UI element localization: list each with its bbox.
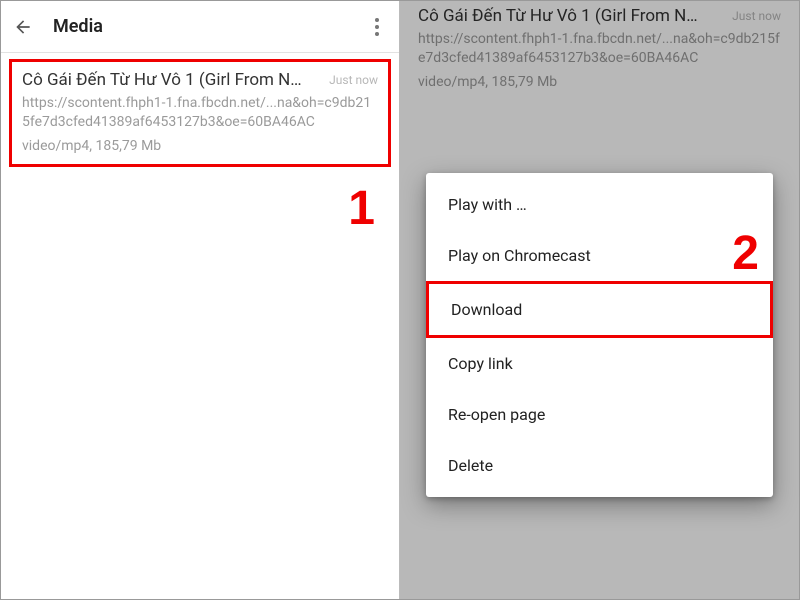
media-item[interactable]: Cô Gái Đến Từ Hư Vô 1 (Girl From N… Just… <box>9 59 391 167</box>
left-pane: Media Cô Gái Đến Từ Hư Vô 1 (Girl From N… <box>1 1 400 599</box>
media-item-url: https://scontent.fhph1-1.fna.fbcdn.net/.… <box>22 94 378 132</box>
back-arrow-icon[interactable] <box>11 15 35 39</box>
step-number-1: 1 <box>348 181 375 236</box>
right-pane: Cô Gái Đến Từ Hư Vô 1 (Girl From N… Just… <box>400 1 799 599</box>
menu-item-play-with[interactable]: Play with … <box>426 179 773 230</box>
overflow-menu-icon[interactable] <box>365 15 389 39</box>
context-menu: Play with … Play on Chromecast Download … <box>426 173 773 497</box>
menu-item-copy-link[interactable]: Copy link <box>426 338 773 389</box>
media-item-time: Just now <box>329 73 378 87</box>
media-item-meta: video/mp4, 185,79 Mb <box>22 138 378 154</box>
menu-item-download[interactable]: Download <box>426 281 773 338</box>
menu-item-reopen-page[interactable]: Re-open page <box>426 389 773 440</box>
topbar: Media <box>1 1 399 53</box>
menu-item-delete[interactable]: Delete <box>426 440 773 491</box>
media-item-title: Cô Gái Đến Từ Hư Vô 1 (Girl From N… <box>22 70 323 90</box>
step-number-2: 2 <box>732 226 759 281</box>
menu-item-play-chromecast[interactable]: Play on Chromecast <box>426 230 773 281</box>
page-title: Media <box>53 16 365 37</box>
